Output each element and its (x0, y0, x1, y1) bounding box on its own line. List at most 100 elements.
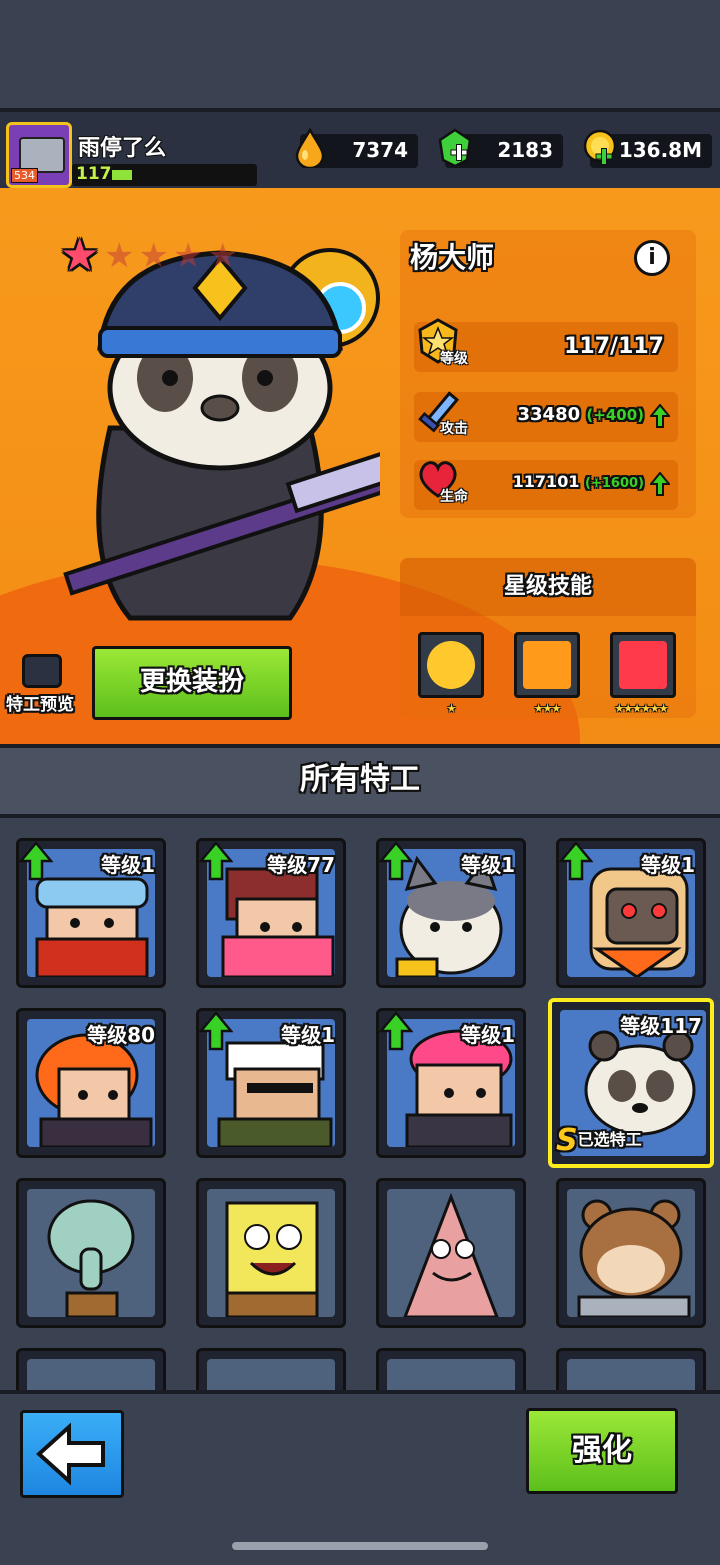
level-value: 117/117 (564, 334, 664, 359)
stat-level: 等级 117/117 (414, 318, 678, 372)
hp-label: 生命 (440, 489, 468, 505)
skill-3-stars: ★★★★★★ (614, 702, 668, 715)
agent-level: 等级117 (620, 1014, 702, 1038)
player-level: 117 (76, 164, 112, 184)
back-arrow-icon (36, 1422, 105, 1486)
hero-name: 杨大师 (410, 241, 495, 274)
coin-counter[interactable]: 136.8M (583, 129, 712, 168)
home-indicator (232, 1542, 488, 1550)
green-up-arrow-icon (650, 472, 670, 496)
selected-label: 已选特工 (577, 1130, 642, 1149)
attack-values: 33480 (+400) (518, 404, 645, 425)
agent-card-4[interactable]: 等级1 (556, 838, 706, 988)
upgrade-arrow-icon (559, 841, 593, 881)
stat-attack: 攻击 33480 (+400) (414, 391, 678, 442)
locked-agent-spongebob[interactable] (196, 1178, 346, 1328)
tv-icon (22, 654, 62, 688)
hp-bonus: (+1600) (585, 476, 644, 491)
locked-agent-sandy[interactable] (556, 1178, 706, 1328)
player-name: 雨停了么 (78, 136, 167, 161)
hp-values: 117101 (+1600) (513, 472, 644, 491)
agent-level: 等级1 (461, 1023, 515, 1047)
bottom-bar: 强化 (0, 1390, 720, 1565)
attack-label: 攻击 (440, 421, 468, 437)
agent-level: 等级77 (267, 853, 335, 877)
panda-agent-character (63, 248, 380, 621)
skill-slot-3[interactable] (610, 632, 676, 698)
player-avatar[interactable]: 534 (6, 122, 72, 188)
gem-value: 2183 (497, 138, 553, 162)
green-gem-plus-icon (438, 128, 472, 168)
upgrade-button[interactable]: 强化 (526, 1408, 678, 1494)
skill-slot-2[interactable] (514, 632, 580, 698)
locked-agent-card[interactable] (16, 1348, 166, 1390)
avatar-level: 534 (11, 168, 38, 183)
tier-s: S (556, 1123, 578, 1158)
locked-agent-card[interactable] (556, 1348, 706, 1390)
hp-value: 117101 (512, 472, 580, 491)
upgrade-arrow-icon (379, 1011, 413, 1051)
agent-portrait (567, 1189, 695, 1317)
hero-info-panel: 杨大师 i 等级 117/117 攻击 33480 (+400) 生命 1171… (400, 230, 696, 518)
empty-stars-icon: ★★★★ (104, 236, 242, 276)
locked-agent-card[interactable] (196, 1348, 346, 1390)
skill-slot-1[interactable] (418, 632, 484, 698)
preview-label: 特工预览 (6, 695, 74, 715)
upgrade-arrow-icon (379, 841, 413, 881)
star-skills-panel: 星级技能 ★ ★★★ ★★★★★★ (400, 558, 696, 718)
agent-preview-button[interactable]: 特工预览 (6, 654, 82, 716)
yin-yang-icon (427, 641, 475, 689)
agent-grid: 等级1 等级77 等级1 等级1 等级80 等级1 等级1 等级117 S已选特… (0, 818, 720, 1390)
top-bar: 534 雨停了么 117 7374 2183 136.8M (0, 108, 720, 188)
red-flame-icon (619, 641, 667, 689)
agent-portrait (567, 1359, 695, 1390)
xp-fill (112, 170, 132, 180)
back-button[interactable] (20, 1410, 124, 1498)
hero-showcase: ★ ★★★★ 杨大师 i 等级 117/117 攻击 33480 (+400) … (0, 188, 720, 744)
attack-value: 33480 (517, 404, 581, 425)
info-icon[interactable]: i (634, 240, 670, 276)
oil-value: 7374 (352, 138, 408, 162)
coin-value: 136.8M (618, 138, 702, 162)
upgrade-arrow-icon (199, 841, 233, 881)
agent-level: 等级80 (87, 1023, 155, 1047)
gem-counter[interactable]: 2183 (438, 128, 563, 168)
locked-agent-squidward[interactable] (16, 1178, 166, 1328)
gold-coin-plus-icon (583, 129, 617, 165)
agent-portrait (207, 1359, 335, 1390)
agent-card-2[interactable]: 等级77 (196, 838, 346, 988)
agent-portrait (27, 1189, 155, 1317)
all-agents-title: 所有特工 (0, 744, 720, 818)
player-level-bar: 117 (72, 164, 257, 186)
stat-hp: 生命 117101 (+1600) (414, 460, 678, 510)
agent-portrait (387, 1359, 515, 1390)
attack-bonus: (+400) (586, 406, 644, 424)
agent-card-selected[interactable]: 等级117 S已选特工 (548, 998, 714, 1168)
agent-portrait (27, 1359, 155, 1390)
agent-card-1[interactable]: 等级1 (16, 838, 166, 988)
green-up-arrow-icon (650, 404, 670, 428)
agent-card-3[interactable]: 等级1 (376, 838, 526, 988)
agent-portrait (207, 1189, 335, 1317)
skill-2-stars: ★★★ (533, 702, 562, 715)
locked-agent-card[interactable] (376, 1348, 526, 1390)
agent-card-7[interactable]: 等级1 (376, 1008, 526, 1158)
fire-spirit-icon (523, 641, 571, 689)
agent-card-6[interactable]: 等级1 (196, 1008, 346, 1158)
upgrade-arrow-icon (199, 1011, 233, 1051)
oil-drop-icon (295, 128, 325, 168)
agent-level: 等级1 (101, 853, 155, 877)
change-outfit-button[interactable]: 更换装扮 (92, 646, 292, 720)
selected-agent-badge: S已选特工 (556, 1123, 642, 1158)
locked-agent-patrick[interactable] (376, 1178, 526, 1328)
skills-title: 星级技能 (503, 574, 592, 599)
upgrade-arrow-icon (19, 841, 53, 881)
star-rank-icon: ★ (60, 230, 100, 281)
agent-level: 等级1 (281, 1023, 335, 1047)
agent-level: 等级1 (641, 853, 695, 877)
oil-counter[interactable]: 7374 (295, 128, 418, 168)
agent-card-5[interactable]: 等级80 (16, 1008, 166, 1158)
skill-1-stars: ★ (446, 702, 457, 715)
agent-level: 等级1 (461, 853, 515, 877)
agent-portrait (387, 1189, 515, 1317)
